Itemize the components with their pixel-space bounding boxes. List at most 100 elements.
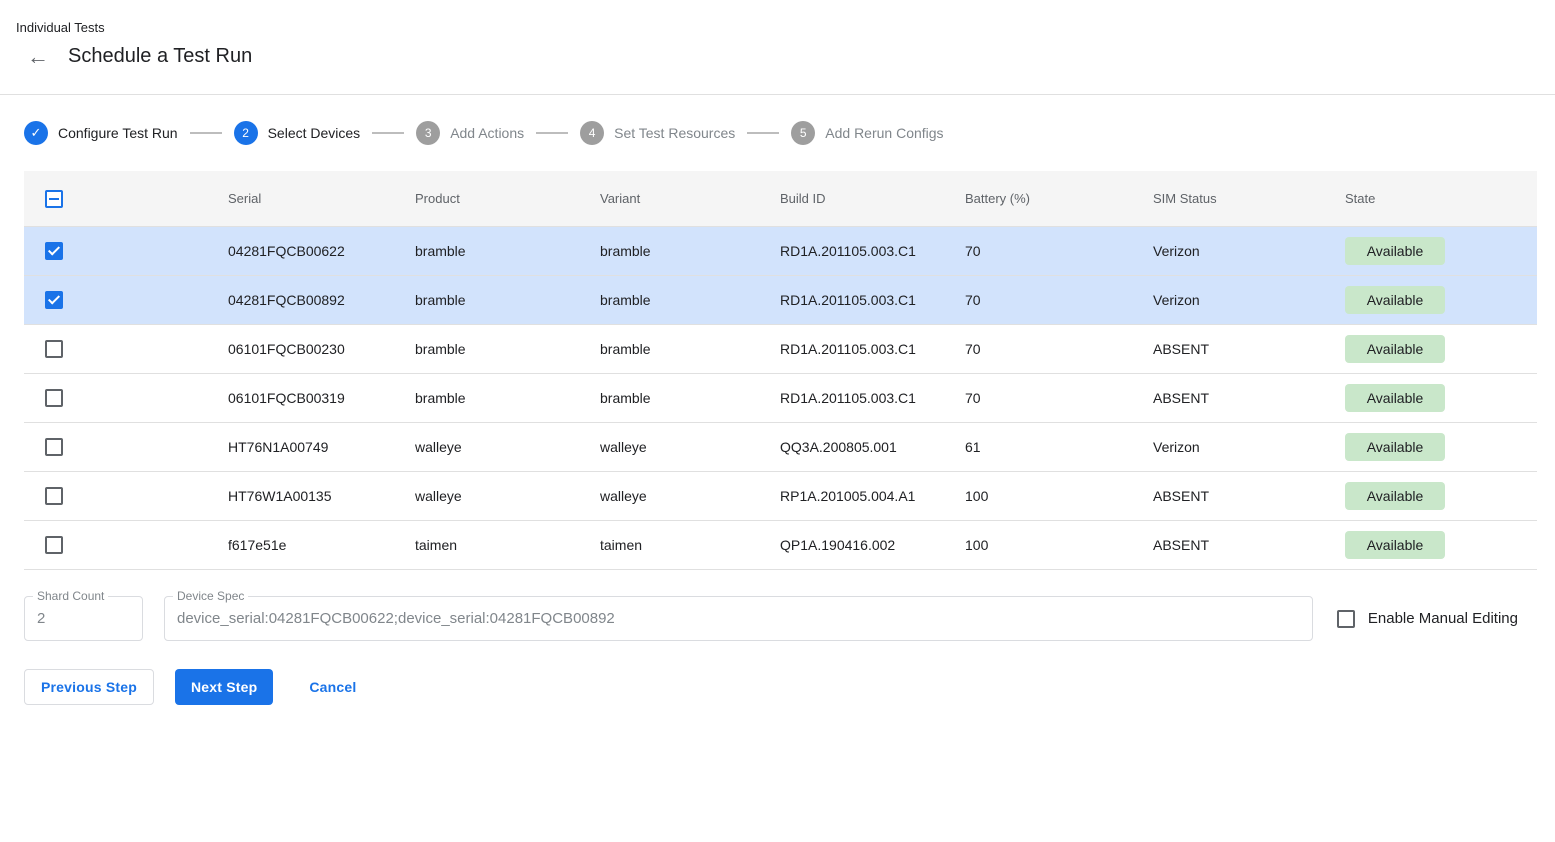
cell-serial: HT76N1A00749 [228,439,415,455]
cell-battery: 70 [965,292,1153,308]
cell-product: walleye [415,488,600,504]
next-step-button[interactable]: Next Step [175,669,273,705]
row-checkbox[interactable] [45,291,63,309]
cell-sim-status: ABSENT [1153,341,1345,357]
device-row[interactable]: 04281FQCB00892 bramble bramble RD1A.2011… [24,276,1537,325]
device-spec-input[interactable] [177,610,1300,627]
cell-battery: 70 [965,243,1153,259]
cell-serial: 04281FQCB00622 [228,243,415,259]
row-checkbox-cell [24,438,228,456]
step-label: Add Rerun Configs [825,125,943,141]
cell-build-id: QQ3A.200805.001 [780,439,965,455]
state-badge: Available [1345,237,1445,265]
state-badge: Available [1345,335,1445,363]
device-row[interactable]: HT76N1A00749 walleye walleye QQ3A.200805… [24,423,1537,472]
cell-product: bramble [415,390,600,406]
row-checkbox-cell [24,536,228,554]
select-all-checkbox[interactable] [45,190,63,208]
cancel-button[interactable]: Cancel [293,669,372,705]
cell-product: bramble [415,243,600,259]
column-header-product: Product [415,191,600,206]
previous-step-button[interactable]: Previous Step [24,669,154,705]
row-checkbox[interactable] [45,389,63,407]
breadcrumb: Individual Tests [16,20,1531,35]
step-circle: 5 ✓ [791,121,815,145]
device-row[interactable]: 06101FQCB00319 bramble bramble RD1A.2011… [24,374,1537,423]
cell-state: Available [1345,286,1537,314]
step-label: Set Test Resources [614,125,735,141]
step-circle: 2 ✓ [234,121,258,145]
back-arrow-icon[interactable]: ← [26,46,50,68]
column-header-state: State [1345,191,1537,206]
cell-build-id: RD1A.201105.003.C1 [780,243,965,259]
cell-state: Available [1345,384,1537,412]
row-checkbox-cell [24,487,228,505]
stepper: 1 ✓ Configure Test Run 2 ✓ Select Device… [0,95,1555,171]
device-table: Serial Product Variant Build ID Battery … [24,171,1537,570]
row-checkbox[interactable] [45,340,63,358]
cell-battery: 100 [965,488,1153,504]
device-row[interactable]: 06101FQCB00230 bramble bramble RD1A.2011… [24,325,1537,374]
column-header-variant: Variant [600,191,780,206]
row-checkbox[interactable] [45,536,63,554]
device-spec-field: Device Spec [164,596,1313,641]
row-checkbox[interactable] [45,438,63,456]
shard-count-field: Shard Count [24,596,143,641]
stepper-step[interactable]: 3 ✓ Add Actions [416,121,524,145]
enable-manual-editing-checkbox[interactable] [1337,610,1355,628]
stepper-step[interactable]: 1 ✓ Configure Test Run [24,121,178,145]
shard-count-label: Shard Count [33,589,108,603]
device-row[interactable]: f617e51e taimen taimen QP1A.190416.002 1… [24,521,1537,570]
enable-manual-editing-toggle[interactable]: Enable Manual Editing [1337,610,1518,628]
step-connector [536,132,568,134]
step-label: Select Devices [268,125,361,141]
state-badge: Available [1345,286,1445,314]
device-row[interactable]: HT76W1A00135 walleye walleye RP1A.201005… [24,472,1537,521]
cell-variant: bramble [600,390,780,406]
cell-battery: 70 [965,341,1153,357]
cell-variant: bramble [600,292,780,308]
cell-product: taimen [415,537,600,553]
device-row[interactable]: 04281FQCB00622 bramble bramble RD1A.2011… [24,227,1537,276]
step-connector [747,132,779,134]
enable-manual-editing-label: Enable Manual Editing [1368,610,1518,627]
cell-product: bramble [415,292,600,308]
row-checkbox[interactable] [45,242,63,260]
cell-variant: taimen [600,537,780,553]
stepper-step[interactable]: 2 ✓ Select Devices [234,121,361,145]
row-checkbox-cell [24,291,228,309]
cell-build-id: RP1A.201005.004.A1 [780,488,965,504]
cell-product: walleye [415,439,600,455]
cell-serial: 04281FQCB00892 [228,292,415,308]
cell-serial: 06101FQCB00230 [228,341,415,357]
page-header: Individual Tests ← Schedule a Test Run [0,0,1555,80]
cell-variant: walleye [600,439,780,455]
action-bar: Previous Step Next Step Cancel [24,669,1555,705]
page-title: Schedule a Test Run [68,45,252,68]
step-circle: 1 ✓ [24,121,48,145]
step-connector [190,132,222,134]
cell-build-id: QP1A.190416.002 [780,537,965,553]
step-number: 2 [242,126,249,140]
cell-variant: bramble [600,341,780,357]
stepper-step[interactable]: 4 ✓ Set Test Resources [580,121,735,145]
row-checkbox-cell [24,389,228,407]
cell-variant: bramble [600,243,780,259]
cell-state: Available [1345,482,1537,510]
title-row: ← Schedule a Test Run [16,45,1531,68]
cell-serial: f617e51e [228,537,415,553]
state-badge: Available [1345,433,1445,461]
shard-count-input[interactable] [37,610,130,627]
row-checkbox[interactable] [45,487,63,505]
cell-sim-status: Verizon [1153,292,1345,308]
cell-build-id: RD1A.201105.003.C1 [780,390,965,406]
cell-state: Available [1345,237,1537,265]
state-badge: Available [1345,482,1445,510]
stepper-step[interactable]: 5 ✓ Add Rerun Configs [791,121,943,145]
state-badge: Available [1345,531,1445,559]
cell-sim-status: ABSENT [1153,488,1345,504]
cell-state: Available [1345,335,1537,363]
step-number: 3 [425,126,432,140]
step-number: 5 [800,126,807,140]
step-label: Add Actions [450,125,524,141]
